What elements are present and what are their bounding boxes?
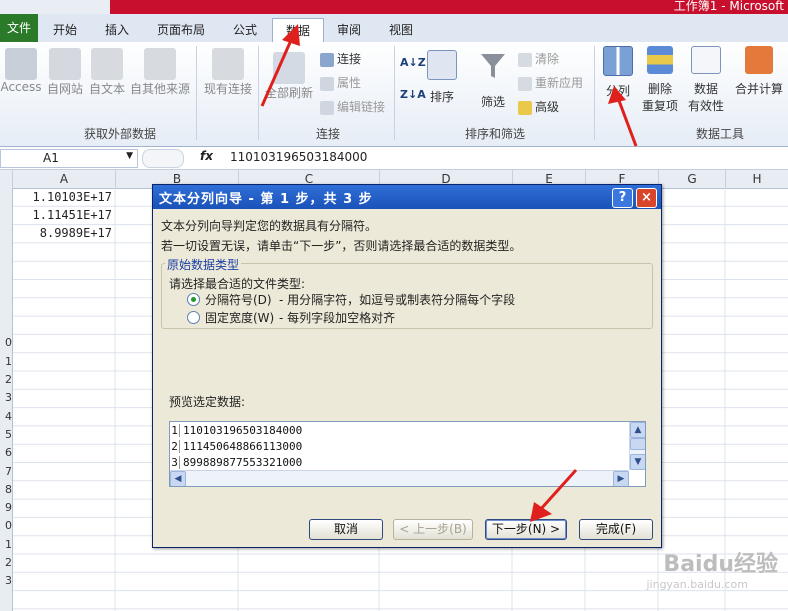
arrow-head bbox=[282, 24, 300, 46]
arrow-head bbox=[608, 86, 626, 104]
watermark-logo: Baidu经验 bbox=[663, 552, 778, 577]
arrow-to-data-tab bbox=[260, 37, 294, 107]
arrow-to-next-button bbox=[538, 468, 578, 512]
arrow-head bbox=[530, 502, 552, 522]
annotation-arrows bbox=[260, 24, 638, 522]
watermark-url: jingyan.baidu.com bbox=[646, 578, 748, 591]
arrow-to-text-to-columns bbox=[616, 97, 638, 147]
